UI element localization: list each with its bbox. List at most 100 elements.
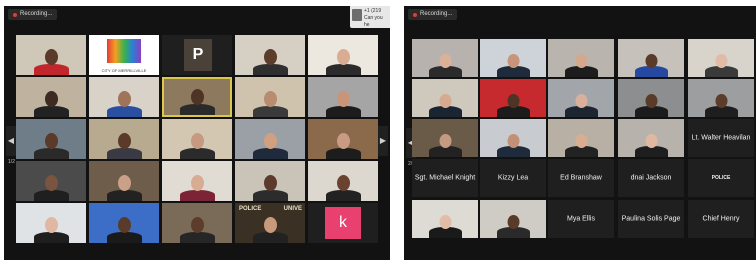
video-tile[interactable]: P xyxy=(162,35,232,75)
video-tile[interactable]: dnai Jackson xyxy=(618,159,684,197)
participant-figure xyxy=(252,91,288,117)
participant-figure xyxy=(179,89,215,115)
video-tile[interactable] xyxy=(162,77,232,117)
participant-head xyxy=(439,215,451,229)
video-tile[interactable] xyxy=(235,161,305,201)
video-tile[interactable] xyxy=(480,79,546,117)
participant-body xyxy=(325,190,361,201)
participant-head xyxy=(263,49,277,65)
video-tile[interactable] xyxy=(480,200,546,238)
participant-body xyxy=(33,148,69,159)
recording-indicator[interactable]: Recording... xyxy=(8,9,58,20)
video-tile[interactable] xyxy=(89,77,159,117)
video-tile[interactable] xyxy=(162,203,232,243)
video-tile[interactable] xyxy=(688,79,754,117)
video-tile[interactable] xyxy=(162,161,232,201)
video-tile[interactable]: Mya Ellis xyxy=(548,200,614,238)
video-tile[interactable]: k xyxy=(308,203,378,243)
participant-figure xyxy=(252,217,288,243)
video-tile[interactable] xyxy=(16,203,86,243)
prev-page-button[interactable]: ◀ xyxy=(6,126,16,156)
video-tile[interactable]: Lt. Walter Heavilan xyxy=(688,119,754,157)
video-tile[interactable] xyxy=(308,161,378,201)
participant-figure xyxy=(33,175,69,201)
participant-head xyxy=(263,133,277,149)
participant-head xyxy=(336,175,350,191)
participant-head xyxy=(439,134,451,148)
video-tile[interactable] xyxy=(412,200,478,238)
participant-head xyxy=(507,54,519,68)
zoom-window-left: Recording... +1 (219 Can you he ◀ ▶ 1/2 … xyxy=(4,6,390,260)
record-dot-icon xyxy=(13,12,17,17)
video-tile[interactable] xyxy=(16,77,86,117)
video-tile[interactable] xyxy=(618,39,684,77)
video-tile[interactable] xyxy=(16,119,86,159)
participant-figure xyxy=(704,93,738,117)
video-tile[interactable]: Chief Henry xyxy=(688,200,754,238)
video-tile[interactable] xyxy=(480,39,546,77)
video-tile[interactable]: POLICE xyxy=(688,159,754,197)
video-tile[interactable] xyxy=(618,119,684,157)
participant-head xyxy=(645,94,657,108)
video-tile[interactable] xyxy=(308,119,378,159)
recording-indicator[interactable]: Recording... xyxy=(408,9,458,20)
chevron-left-icon: ◀ xyxy=(7,136,15,145)
video-tile[interactable]: POLICE UNIVE xyxy=(235,203,305,243)
participant-head xyxy=(645,54,657,68)
participant-head xyxy=(336,91,350,107)
video-tile[interactable]: Ed Branshaw xyxy=(548,159,614,197)
video-tile[interactable] xyxy=(618,79,684,117)
participant-head xyxy=(715,94,727,108)
video-tile[interactable] xyxy=(308,35,378,75)
page-indicator: 1/2 xyxy=(8,159,15,165)
participant-figure xyxy=(252,49,288,75)
video-tile[interactable] xyxy=(89,161,159,201)
video-tile[interactable] xyxy=(412,39,478,77)
participant-body xyxy=(33,64,69,75)
participant-figure xyxy=(496,214,530,238)
video-tile[interactable] xyxy=(548,79,614,117)
video-tile[interactable] xyxy=(89,203,159,243)
participant-figure xyxy=(33,49,69,75)
participant-head xyxy=(190,133,204,149)
video-tile[interactable] xyxy=(480,119,546,157)
video-tile[interactable] xyxy=(235,119,305,159)
video-tile[interactable] xyxy=(235,77,305,117)
next-page-button[interactable]: ▶ xyxy=(378,126,388,156)
participant-body xyxy=(325,64,361,75)
participant-head xyxy=(117,133,131,149)
participant-body xyxy=(325,148,361,159)
video-tile[interactable] xyxy=(412,119,478,157)
video-tile[interactable]: Kizzy Lea xyxy=(480,159,546,197)
video-tile[interactable] xyxy=(16,35,86,75)
participant-body xyxy=(179,190,215,201)
video-tile[interactable] xyxy=(235,35,305,75)
video-tile[interactable] xyxy=(412,79,478,117)
name-solis: Paulina Solis Page xyxy=(621,215,681,223)
video-tile[interactable]: CITY OF MERRILLVILLE xyxy=(89,35,159,75)
name-branshaw: Ed Branshaw xyxy=(560,174,602,182)
participant-head xyxy=(439,94,451,108)
participant-head xyxy=(507,134,519,148)
video-tile[interactable] xyxy=(89,119,159,159)
video-tile[interactable] xyxy=(162,119,232,159)
video-tile[interactable]: Sgt. Michael Knight xyxy=(412,159,478,197)
notification-line-2: Can you he xyxy=(364,15,383,28)
notification-line-1: +1 (219 xyxy=(364,8,382,14)
name-jackson: dnai Jackson xyxy=(630,174,672,182)
caller-avatar xyxy=(352,9,362,21)
message-notification[interactable]: +1 (219 Can you he xyxy=(350,6,390,28)
video-tile[interactable] xyxy=(16,161,86,201)
participant-figure xyxy=(325,91,361,117)
video-tile[interactable] xyxy=(308,77,378,117)
video-tile[interactable] xyxy=(688,39,754,77)
video-tile[interactable]: Paulina Solis Page xyxy=(618,200,684,238)
video-tile[interactable] xyxy=(548,119,614,157)
police-tile-text: POLICE xyxy=(711,175,731,181)
video-tile[interactable] xyxy=(548,39,614,77)
recording-label: Recording... xyxy=(420,11,453,17)
participant-figure xyxy=(106,217,142,243)
participant-head xyxy=(336,133,350,149)
participant-figure xyxy=(428,133,462,157)
participant-figure xyxy=(428,214,462,238)
